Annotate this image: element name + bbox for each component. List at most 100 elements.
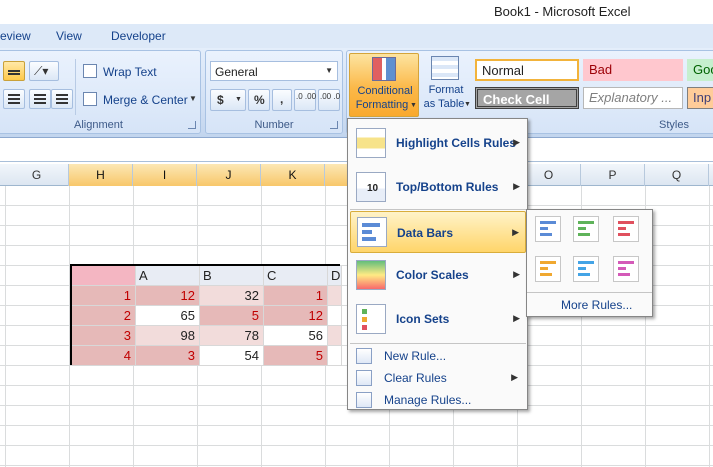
more-rules-label: More Rules... (561, 298, 633, 312)
style-input[interactable]: Inp (687, 87, 713, 109)
chevron-right-icon: ▶ (513, 137, 520, 147)
column-header-g[interactable]: G (5, 164, 69, 186)
table-cell[interactable]: 5 (200, 306, 264, 326)
color-scales-icon (356, 260, 386, 290)
chevron-right-icon: ▶ (513, 313, 520, 323)
bar-glyph (540, 261, 556, 264)
increase-decimal-button[interactable]: .0 .00 (294, 89, 316, 111)
align-right-icon (8, 94, 20, 96)
wrap-text-button[interactable]: Wrap Text (83, 63, 193, 81)
table-header-cell[interactable] (72, 266, 136, 286)
table-cell[interactable]: 12 (264, 306, 328, 326)
bar-glyph (618, 221, 634, 224)
chevron-down-icon: ▼ (235, 96, 242, 103)
data-bar-blue-option[interactable] (535, 216, 561, 242)
window-title: Book1 - Microsoft Excel (494, 4, 631, 19)
menu-item-manage-rules[interactable]: Manage Rules... (350, 389, 526, 411)
menu-item-clear-rules[interactable]: Clear Rules ▶ (350, 367, 526, 389)
eraser-icon (356, 370, 372, 386)
table-cell[interactable]: 5 (264, 346, 328, 366)
menu-item-data-bars[interactable]: Data Bars ▶ (350, 211, 526, 253)
table-cell[interactable]: 54 (200, 346, 264, 366)
tab-review[interactable]: eview (0, 29, 31, 43)
table-cell[interactable]: 56 (264, 326, 328, 346)
table-header-cell[interactable]: C (264, 266, 328, 286)
percent-icon: % (254, 93, 265, 107)
data-bar-red-option[interactable] (613, 216, 639, 242)
table-cell[interactable] (328, 286, 342, 306)
data-bar-green-option[interactable] (573, 216, 599, 242)
currency-button[interactable]: $ ▼ (210, 89, 246, 111)
table-cell[interactable]: 12 (136, 286, 200, 306)
table-cell[interactable]: 78 (200, 326, 264, 346)
bar-glyph (618, 273, 630, 276)
table-header-cell[interactable]: B (200, 266, 264, 286)
table-cell[interactable] (328, 306, 342, 326)
style-check-cell[interactable]: Check Cell (475, 87, 579, 109)
menu-item-label: Manage Rules... (384, 393, 472, 407)
data-bar-light-blue-option[interactable] (573, 256, 599, 282)
column-header-h[interactable]: H (69, 164, 133, 186)
bar-glyph (578, 233, 590, 236)
table-header-cell[interactable]: D (328, 266, 342, 286)
menu-item-color-scales[interactable]: Color Scales ▶ (350, 255, 526, 295)
column-header-k[interactable]: K (261, 164, 325, 186)
table-cell[interactable]: 1 (264, 286, 328, 306)
table-cell[interactable]: 2 (72, 306, 136, 326)
style-good[interactable]: Goo (687, 59, 713, 81)
conditional-formatting-menu: Highlight Cells Rules ▶ 10 Top/Bottom Ru… (347, 118, 528, 410)
bar-glyph (540, 233, 552, 236)
bar-glyph (362, 230, 372, 234)
data-bar-orange-option[interactable] (535, 256, 561, 282)
cell-styles-gallery: Normal Bad Goo Check Cell Explanatory ..… (475, 57, 713, 113)
tab-developer[interactable]: Developer (111, 29, 166, 43)
conditional-formatting-icon (372, 57, 396, 81)
orientation-icon: ⟋▾ (34, 64, 49, 78)
table-cell[interactable] (328, 346, 342, 366)
merge-center-button[interactable]: Merge & Center ▼ (83, 91, 201, 109)
style-explanatory[interactable]: Explanatory ... (583, 87, 683, 109)
column-header-j[interactable]: J (197, 164, 261, 186)
format-as-table-icon (431, 56, 459, 80)
table-cell[interactable]: 98 (136, 326, 200, 346)
decrease-indent-button[interactable] (29, 89, 51, 109)
increase-decimal-icon: .0 .00 (296, 92, 317, 101)
number-format-select[interactable]: General ▼ (210, 61, 338, 81)
style-normal[interactable]: Normal (475, 59, 579, 81)
menu-item-new-rule[interactable]: New Rule... (350, 345, 526, 367)
bar-glyph (618, 267, 626, 270)
align-right-button[interactable] (3, 89, 25, 109)
number-dialog-launcher[interactable] (330, 121, 338, 129)
increase-indent-button[interactable] (51, 89, 73, 109)
menu-item-label: Data Bars (397, 226, 454, 240)
alignment-dialog-launcher[interactable] (188, 121, 196, 129)
column-header-p[interactable]: P (581, 164, 645, 186)
table-header-cell[interactable]: A (136, 266, 200, 286)
more-rules-item[interactable]: More Rules... (527, 294, 652, 316)
table-cell[interactable]: 65 (136, 306, 200, 326)
table-cell[interactable]: 32 (200, 286, 264, 306)
table-cell[interactable] (328, 326, 342, 346)
tab-view[interactable]: View (56, 29, 82, 43)
decrease-decimal-button[interactable]: .00 .0 (318, 89, 340, 111)
chevron-down-icon: ▼ (464, 101, 471, 108)
conditional-formatting-button[interactable]: Conditional Formatting ▼ (349, 53, 419, 117)
align-bottom-button[interactable] (3, 61, 25, 81)
orientation-button[interactable]: ⟋▾ (29, 61, 59, 81)
menu-item-top-bottom-rules[interactable]: 10 Top/Bottom Rules ▶ (350, 167, 526, 207)
bar-glyph (618, 233, 630, 236)
format-as-table-button[interactable]: Format as Table ▼ (421, 53, 471, 117)
comma-button[interactable]: , (272, 89, 292, 111)
column-header-i[interactable]: I (133, 164, 197, 186)
column-header-q[interactable]: Q (645, 164, 709, 186)
menu-item-highlight-cells-rules[interactable]: Highlight Cells Rules ▶ (350, 123, 526, 163)
percent-button[interactable]: % (248, 89, 270, 111)
table-cell[interactable]: 4 (72, 346, 136, 366)
menu-item-icon-sets[interactable]: Icon Sets ▶ (350, 299, 526, 339)
traffic-light-glyph (362, 325, 367, 330)
table-cell[interactable]: 3 (136, 346, 200, 366)
table-cell[interactable]: 1 (72, 286, 136, 306)
table-cell[interactable]: 3 (72, 326, 136, 346)
data-bar-purple-option[interactable] (613, 256, 639, 282)
style-bad[interactable]: Bad (583, 59, 683, 81)
